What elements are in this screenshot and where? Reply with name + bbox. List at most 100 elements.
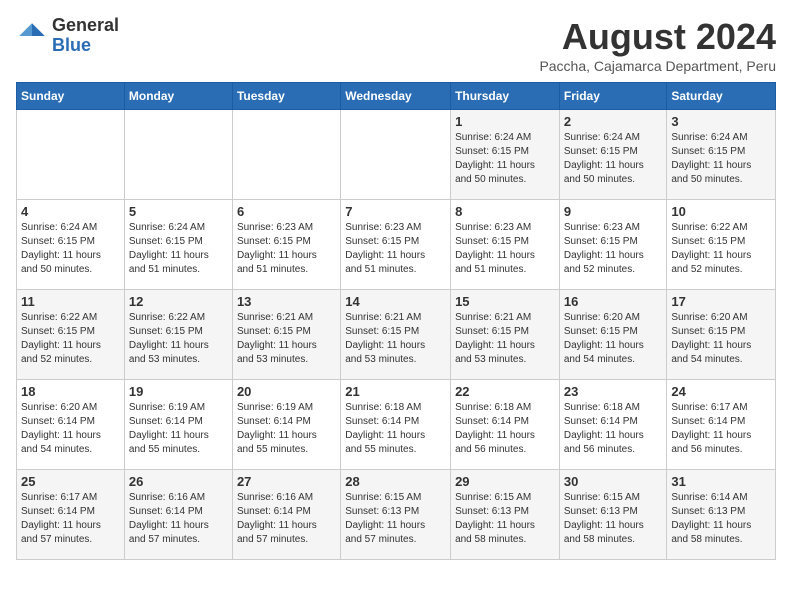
calendar-day-cell: 18 Sunrise: 6:20 AM Sunset: 6:14 PM Dayli… <box>17 380 125 470</box>
day-info: Sunrise: 6:20 AM Sunset: 6:15 PM Dayligh… <box>564 311 663 367</box>
calendar-day-cell: 24 Sunrise: 6:17 AM Sunset: 6:14 PM Dayli… <box>667 380 776 470</box>
day-info: Sunrise: 6:17 AM Sunset: 6:14 PM Dayligh… <box>21 491 120 547</box>
day-number: 31 <box>671 474 771 489</box>
calendar-day-cell: 17Sunrise: 6:20 AM Sunset: 6:15 PM Dayli… <box>667 290 776 380</box>
day-number: 25 <box>21 474 120 489</box>
day-number: 19 <box>129 384 228 399</box>
calendar-day-cell: 6Sunrise: 6:23 AM Sunset: 6:15 PM Daylig… <box>232 200 340 290</box>
day-of-week-header: Friday <box>559 83 667 110</box>
day-number: 5 <box>129 204 228 219</box>
title-block: August 2024 Paccha, Cajamarca Department… <box>539 16 776 74</box>
calendar-week-row: 18 Sunrise: 6:20 AM Sunset: 6:14 PM Dayli… <box>17 380 776 470</box>
day-info: Sunrise: 6:18 AM Sunset: 6:14 PM Dayligh… <box>455 401 555 457</box>
calendar-day-cell: 3Sunrise: 6:24 AM Sunset: 6:15 PM Daylig… <box>667 110 776 200</box>
day-number: 27 <box>237 474 336 489</box>
day-number: 26 <box>129 474 228 489</box>
calendar-day-cell: 4 Sunrise: 6:24 AM Sunset: 6:15 PM Daylig… <box>17 200 125 290</box>
logo-text: General Blue <box>52 16 119 56</box>
day-of-week-header: Tuesday <box>232 83 340 110</box>
day-info: Sunrise: 6:23 AM Sunset: 6:15 PM Dayligh… <box>564 221 663 277</box>
calendar-day-cell: 13Sunrise: 6:21 AM Sunset: 6:15 PM Dayli… <box>232 290 340 380</box>
day-info: Sunrise: 6:24 AM Sunset: 6:15 PM Dayligh… <box>129 221 228 277</box>
logo-icon <box>16 20 48 52</box>
day-number: 10 <box>671 204 771 219</box>
calendar-week-row: 1 Sunrise: 6:24 AM Sunset: 6:15 PM Daylig… <box>17 110 776 200</box>
day-info: Sunrise: 6:24 AM Sunset: 6:15 PM Dayligh… <box>21 221 120 277</box>
calendar-week-row: 25 Sunrise: 6:17 AM Sunset: 6:14 PM Dayli… <box>17 470 776 560</box>
day-of-week-header: Sunday <box>17 83 125 110</box>
calendar-day-cell: 5 Sunrise: 6:24 AM Sunset: 6:15 PM Daylig… <box>124 200 232 290</box>
day-number: 13 <box>237 294 336 309</box>
month-year: August 2024 <box>539 16 776 58</box>
calendar-day-cell <box>232 110 340 200</box>
day-info: Sunrise: 6:20 AM Sunset: 6:14 PM Dayligh… <box>21 401 120 457</box>
day-number: 22 <box>455 384 555 399</box>
logo: General Blue <box>16 16 119 56</box>
day-number: 9 <box>564 204 663 219</box>
calendar-day-cell: 31 Sunrise: 6:14 AM Sunset: 6:13 PM Dayli… <box>667 470 776 560</box>
calendar-day-cell: 9 Sunrise: 6:23 AM Sunset: 6:15 PM Daylig… <box>559 200 667 290</box>
day-number: 1 <box>455 114 555 129</box>
calendar-day-cell: 25 Sunrise: 6:17 AM Sunset: 6:14 PM Dayli… <box>17 470 125 560</box>
calendar-day-cell: 1Sunrise: 6:24 AM Sunset: 6:15 PM Daylig… <box>451 110 560 200</box>
day-number: 14 <box>345 294 446 309</box>
day-number: 24 <box>671 384 771 399</box>
calendar-day-cell: 11 Sunrise: 6:22 AM Sunset: 6:15 PM Dayli… <box>17 290 125 380</box>
day-number: 21 <box>345 384 446 399</box>
day-info: Sunrise: 6:18 AM Sunset: 6:14 PM Dayligh… <box>564 401 663 457</box>
logo-general: General <box>52 15 119 35</box>
day-info: Sunrise: 6:23 AM Sunset: 6:15 PM Dayligh… <box>345 221 446 277</box>
calendar-day-cell: 20 Sunrise: 6:19 AM Sunset: 6:14 PM Dayli… <box>232 380 340 470</box>
day-number: 6 <box>237 204 336 219</box>
calendar-day-cell: 7Sunrise: 6:23 AM Sunset: 6:15 PM Daylig… <box>341 200 451 290</box>
day-of-week-header: Wednesday <box>341 83 451 110</box>
calendar-day-cell: 21 Sunrise: 6:18 AM Sunset: 6:14 PM Dayli… <box>341 380 451 470</box>
logo-blue: Blue <box>52 35 91 55</box>
day-info: Sunrise: 6:21 AM Sunset: 6:15 PM Dayligh… <box>345 311 446 367</box>
calendar-day-cell <box>17 110 125 200</box>
day-info: Sunrise: 6:16 AM Sunset: 6:14 PM Dayligh… <box>237 491 336 547</box>
calendar-day-cell: 8 Sunrise: 6:23 AM Sunset: 6:15 PM Daylig… <box>451 200 560 290</box>
calendar-day-cell <box>341 110 451 200</box>
day-info: Sunrise: 6:17 AM Sunset: 6:14 PM Dayligh… <box>671 401 771 457</box>
day-number: 4 <box>21 204 120 219</box>
day-number: 12 <box>129 294 228 309</box>
day-of-week-header: Monday <box>124 83 232 110</box>
calendar-week-row: 11 Sunrise: 6:22 AM Sunset: 6:15 PM Dayli… <box>17 290 776 380</box>
calendar-day-cell: 15 Sunrise: 6:21 AM Sunset: 6:15 PM Dayli… <box>451 290 560 380</box>
day-number: 11 <box>21 294 120 309</box>
day-info: Sunrise: 6:22 AM Sunset: 6:15 PM Dayligh… <box>129 311 228 367</box>
day-info: Sunrise: 6:15 AM Sunset: 6:13 PM Dayligh… <box>564 491 663 547</box>
day-number: 8 <box>455 204 555 219</box>
day-number: 29 <box>455 474 555 489</box>
calendar-day-cell: 16 Sunrise: 6:20 AM Sunset: 6:15 PM Dayli… <box>559 290 667 380</box>
calendar-day-cell: 26 Sunrise: 6:16 AM Sunset: 6:14 PM Dayli… <box>124 470 232 560</box>
day-info: Sunrise: 6:19 AM Sunset: 6:14 PM Dayligh… <box>237 401 336 457</box>
calendar-day-cell <box>124 110 232 200</box>
calendar-day-cell: 28Sunrise: 6:15 AM Sunset: 6:13 PM Dayli… <box>341 470 451 560</box>
day-info: Sunrise: 6:24 AM Sunset: 6:15 PM Dayligh… <box>671 131 771 187</box>
day-info: Sunrise: 6:16 AM Sunset: 6:14 PM Dayligh… <box>129 491 228 547</box>
day-info: Sunrise: 6:21 AM Sunset: 6:15 PM Dayligh… <box>455 311 555 367</box>
day-number: 23 <box>564 384 663 399</box>
calendar-day-cell: 19Sunrise: 6:19 AM Sunset: 6:14 PM Dayli… <box>124 380 232 470</box>
day-number: 15 <box>455 294 555 309</box>
day-info: Sunrise: 6:14 AM Sunset: 6:13 PM Dayligh… <box>671 491 771 547</box>
day-number: 18 <box>21 384 120 399</box>
calendar-day-cell: 14 Sunrise: 6:21 AM Sunset: 6:15 PM Dayli… <box>341 290 451 380</box>
day-info: Sunrise: 6:22 AM Sunset: 6:15 PM Dayligh… <box>21 311 120 367</box>
day-info: Sunrise: 6:22 AM Sunset: 6:15 PM Dayligh… <box>671 221 771 277</box>
page-header: General Blue August 2024 Paccha, Cajamar… <box>16 16 776 74</box>
day-info: Sunrise: 6:23 AM Sunset: 6:15 PM Dayligh… <box>455 221 555 277</box>
day-of-week-header: Thursday <box>451 83 560 110</box>
calendar-day-cell: 29Sunrise: 6:15 AM Sunset: 6:13 PM Dayli… <box>451 470 560 560</box>
location: Paccha, Cajamarca Department, Peru <box>539 58 776 74</box>
day-number: 16 <box>564 294 663 309</box>
day-number: 28 <box>345 474 446 489</box>
day-number: 20 <box>237 384 336 399</box>
calendar-day-cell: 12 Sunrise: 6:22 AM Sunset: 6:15 PM Dayli… <box>124 290 232 380</box>
day-info: Sunrise: 6:24 AM Sunset: 6:15 PM Dayligh… <box>564 131 663 187</box>
day-info: Sunrise: 6:18 AM Sunset: 6:14 PM Dayligh… <box>345 401 446 457</box>
calendar-day-cell: 30Sunrise: 6:15 AM Sunset: 6:13 PM Dayli… <box>559 470 667 560</box>
calendar-table: SundayMondayTuesdayWednesdayThursdayFrid… <box>16 82 776 560</box>
